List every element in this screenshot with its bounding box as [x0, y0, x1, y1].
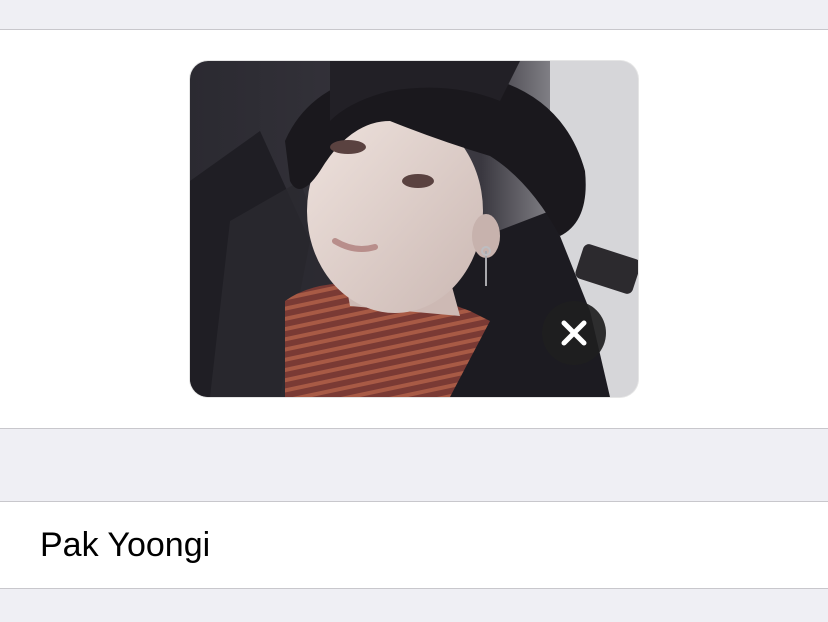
section-spacer: [0, 429, 828, 502]
contact-name-field[interactable]: Pak Yoongi: [40, 502, 800, 588]
remove-photo-button[interactable]: [542, 301, 606, 365]
close-icon: [561, 320, 587, 346]
top-grouped-background: [0, 0, 828, 30]
contact-photo-section: [0, 30, 828, 429]
bottom-grouped-background: [0, 589, 828, 622]
contact-name-row[interactable]: Pak Yoongi: [0, 502, 828, 589]
